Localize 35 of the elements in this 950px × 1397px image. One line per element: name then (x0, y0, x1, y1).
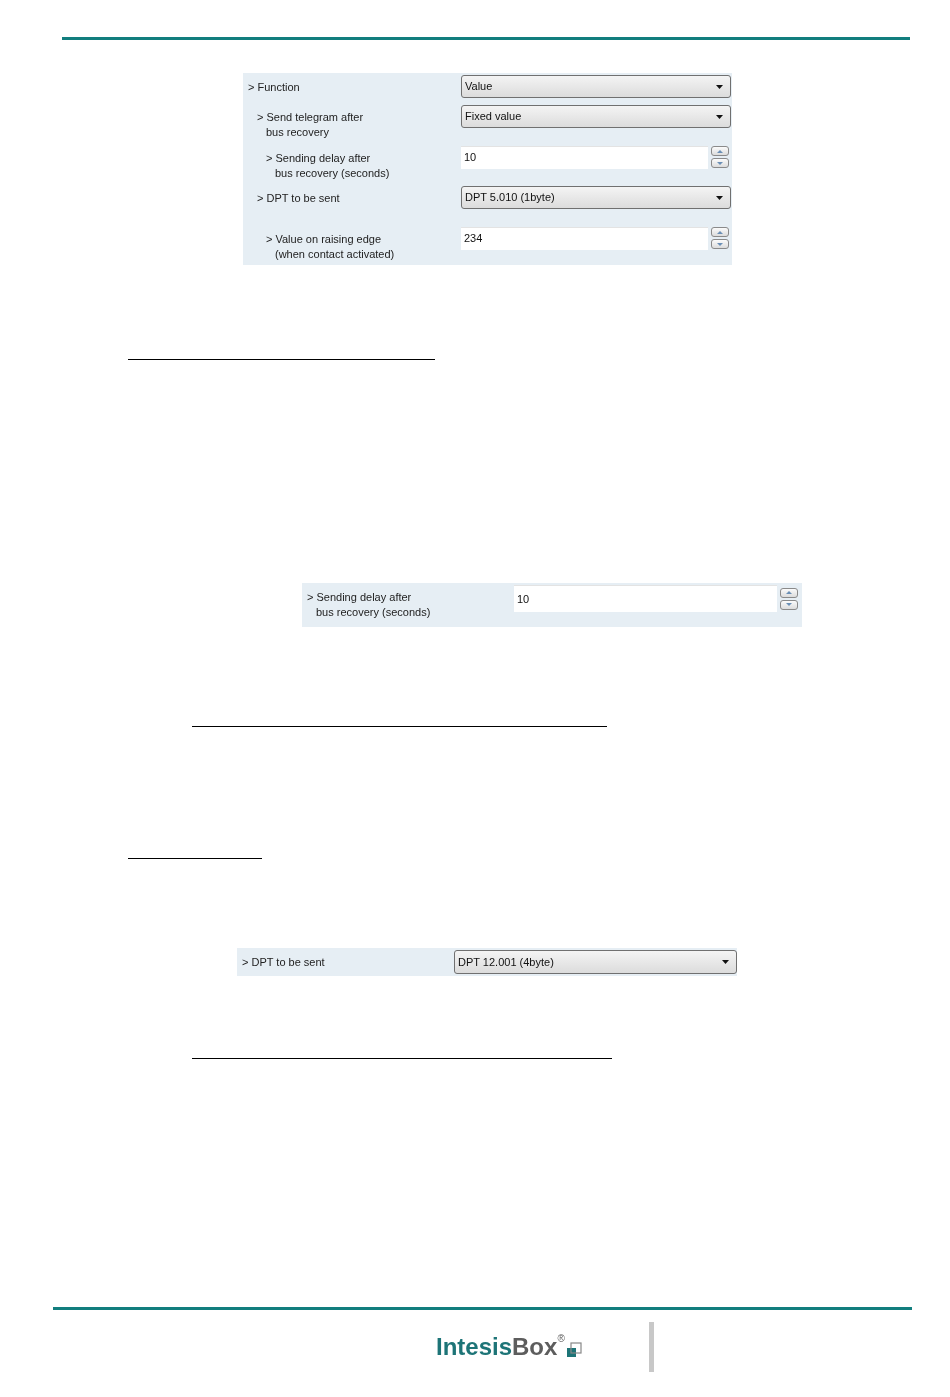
dropdown[interactable]: Value (461, 75, 731, 98)
dropdown[interactable]: DPT 12.001 (4byte) (454, 950, 737, 974)
setting-label: > Send telegram after (257, 110, 364, 126)
caret-icon (716, 114, 723, 119)
spin-down-button[interactable] (711, 158, 729, 169)
dropdown[interactable]: DPT 5.010 (1byte) (461, 186, 731, 210)
number-field[interactable]: 10 (461, 145, 708, 169)
setting-label: (when contact activated) (274, 246, 395, 262)
triangle-up-icon (717, 149, 723, 153)
dropdown[interactable]: Fixed value (461, 105, 731, 129)
number-field[interactable]: 234 (461, 226, 708, 250)
spin-up-button[interactable] (711, 146, 729, 157)
triangle-down-icon (717, 242, 723, 246)
triangle-up-icon (786, 591, 792, 594)
setting-label: bus recovery (seconds) (315, 605, 431, 620)
setting-label: > Value on raising edge (266, 231, 382, 247)
setting-label: > Function (248, 80, 300, 95)
setting-label: bus recovery (265, 125, 329, 141)
spin-up-button[interactable] (780, 587, 798, 598)
setting-label: bus recovery (seconds) (274, 165, 390, 181)
setting-label: > DPT to be sent (257, 191, 340, 207)
setting-label: > Sending delay after (266, 150, 371, 166)
caret-icon (716, 84, 723, 89)
spin-down-button[interactable] (711, 239, 729, 250)
setting-label: > DPT to be sent (242, 955, 325, 970)
number-field[interactable]: 10 (514, 585, 777, 612)
triangle-up-icon (717, 230, 723, 234)
spin-up-button[interactable] (711, 227, 729, 238)
triangle-down-icon (786, 603, 792, 606)
brand-logo: IntesisBox® (436, 1335, 584, 1359)
setting-label: > Sending delay after (307, 590, 412, 605)
triangle-down-icon (717, 161, 723, 165)
caret-icon (722, 960, 729, 964)
spin-down-button[interactable] (780, 599, 798, 610)
caret-icon (716, 195, 723, 200)
